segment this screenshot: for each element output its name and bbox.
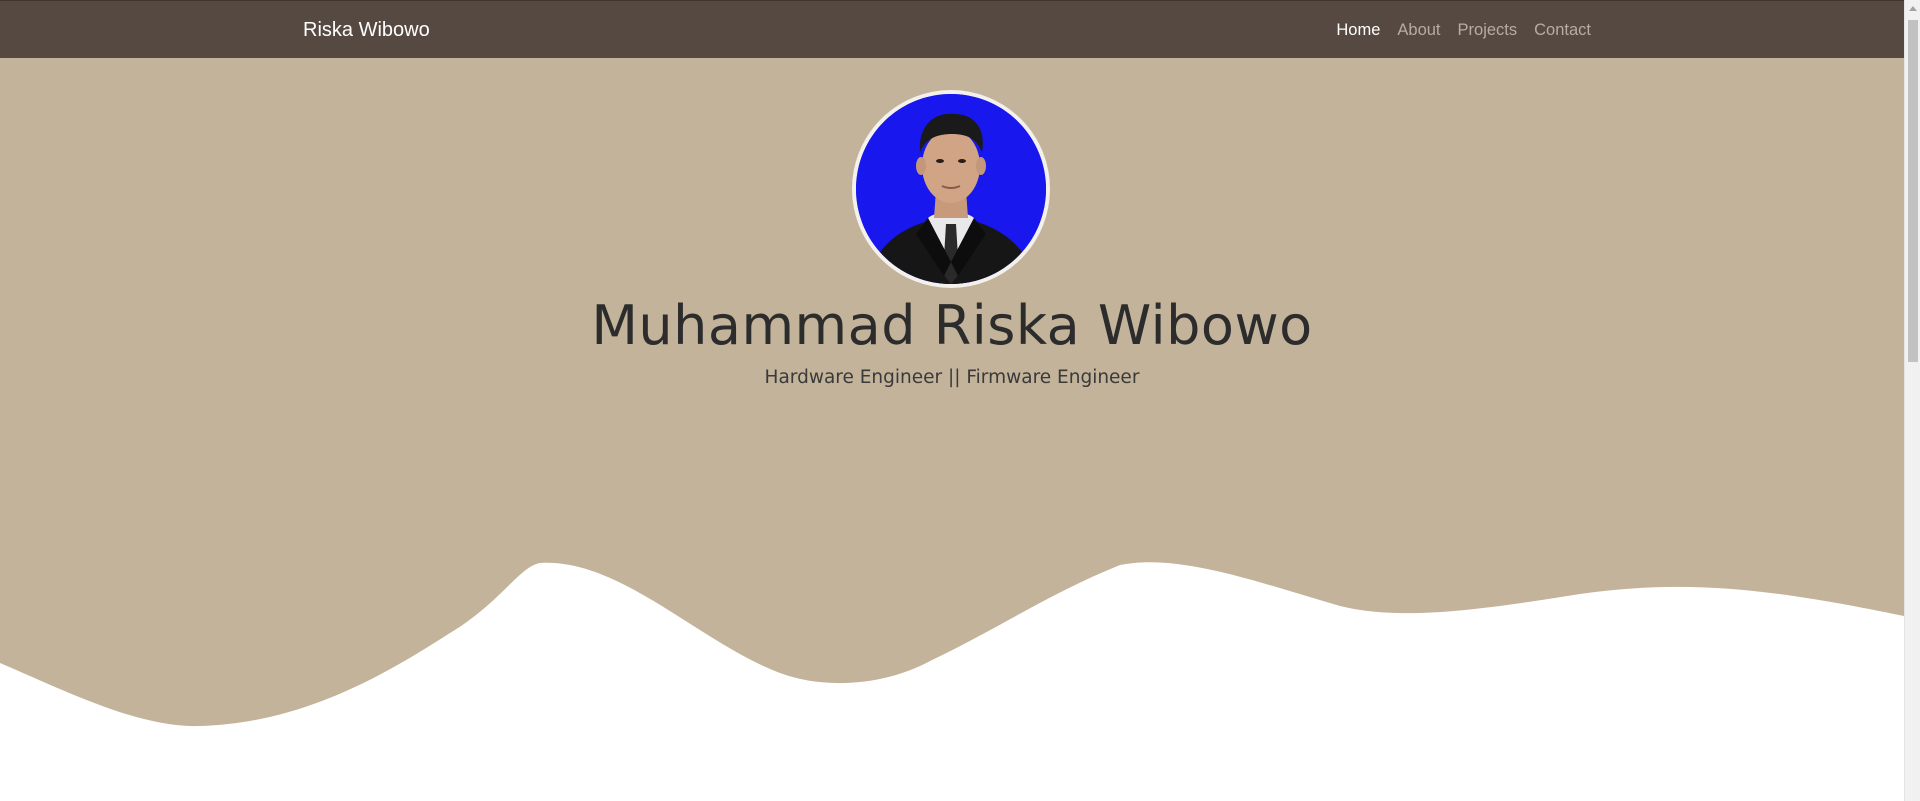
nav-link-contact[interactable]: Contact bbox=[1534, 21, 1591, 40]
hero-subtitle: Hardware Engineer || Firmware Engineer bbox=[764, 367, 1140, 388]
scrollbar-thumb[interactable] bbox=[1908, 20, 1918, 362]
scroll-up-icon[interactable] bbox=[1909, 6, 1917, 11]
nav-link-home[interactable]: Home bbox=[1336, 21, 1380, 40]
hero-name: Muhammad Riska Wibowo bbox=[591, 294, 1313, 357]
navbar: Riska Wibowo Home About Projects Contact bbox=[0, 0, 1904, 58]
profile-photo-icon bbox=[856, 94, 1046, 284]
nav-links: Home About Projects Contact bbox=[1336, 21, 1591, 40]
avatar bbox=[852, 90, 1050, 288]
nav-link-about[interactable]: About bbox=[1397, 21, 1440, 40]
brand-link[interactable]: Riska Wibowo bbox=[303, 19, 430, 42]
hero-section: Muhammad Riska Wibowo Hardware Engineer … bbox=[0, 58, 1904, 801]
nav-link-projects[interactable]: Projects bbox=[1458, 21, 1518, 40]
vertical-scrollbar[interactable] bbox=[1904, 0, 1920, 801]
